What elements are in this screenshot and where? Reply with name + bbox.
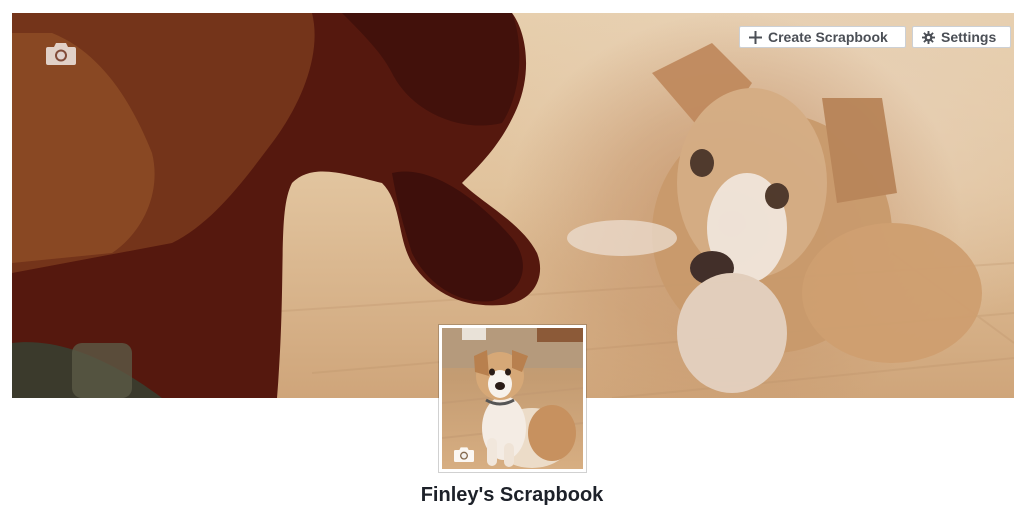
profile-picture[interactable] bbox=[439, 325, 586, 472]
gear-icon bbox=[922, 30, 935, 44]
plus-icon bbox=[749, 30, 762, 44]
create-scrapbook-button[interactable]: Create Scrapbook bbox=[739, 26, 906, 48]
cover-camera-icon[interactable] bbox=[46, 41, 76, 65]
settings-button[interactable]: Settings bbox=[912, 26, 1011, 48]
settings-label: Settings bbox=[941, 29, 997, 45]
profile-puppy-image bbox=[442, 328, 583, 469]
page-title: Finley's Scrapbook bbox=[420, 484, 604, 506]
create-scrapbook-label: Create Scrapbook bbox=[768, 29, 888, 45]
profile-camera-icon[interactable] bbox=[454, 446, 474, 462]
